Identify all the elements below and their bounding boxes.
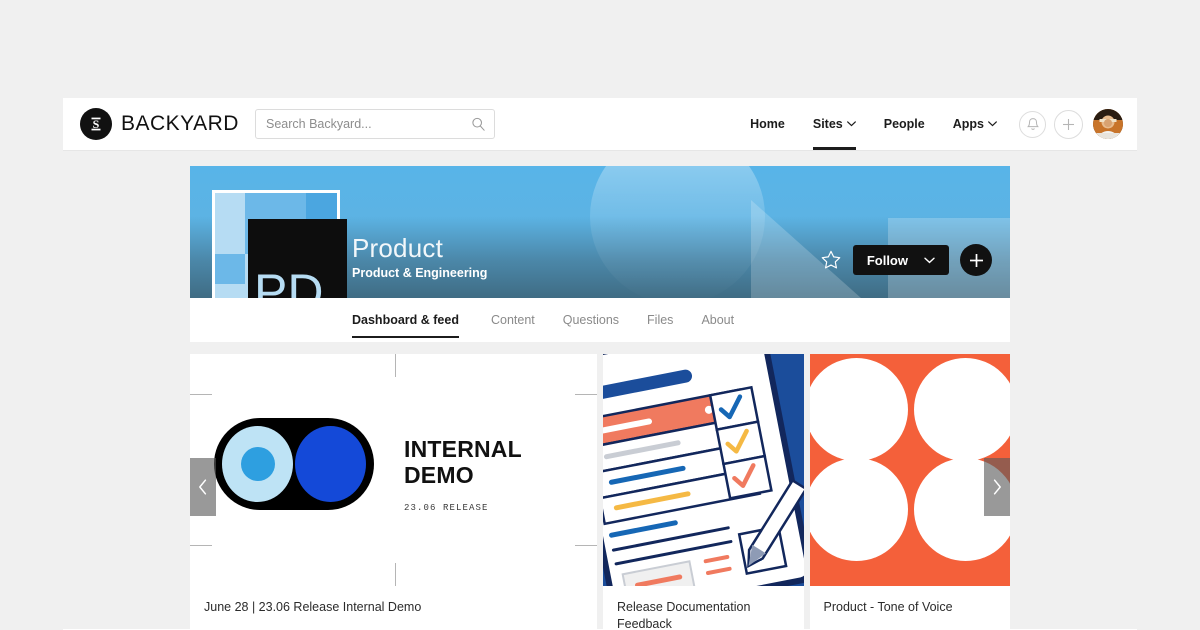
demo-subtitle: 23.06 RELEASE [404, 502, 489, 513]
site-title: Product [352, 233, 444, 264]
demo-text-block: INTERNAL DEMO 23.06 RELEASE [404, 436, 597, 513]
carousel-prev-button[interactable] [190, 458, 216, 516]
tone-circle [809, 458, 908, 561]
content-container: PD Product Product & Engineering Follow [190, 166, 1011, 630]
chevron-down-icon [988, 121, 997, 127]
card-internal-demo[interactable]: INTERNAL DEMO 23.06 RELEASE June 28 | 23… [190, 354, 597, 630]
page-body: PD Product Product & Engineering Follow [63, 151, 1137, 630]
site-subtitle: Product & Engineering [352, 266, 488, 280]
banner-dome-shape [590, 166, 765, 298]
tone-circle [809, 358, 908, 461]
crop-mark [190, 545, 212, 546]
site-logo-tile: PD [248, 219, 347, 298]
nav-item-apps[interactable]: Apps [939, 98, 1011, 150]
internal-demo-graphic: INTERNAL DEMO 23.06 RELEASE [190, 354, 597, 586]
crop-mark [574, 545, 597, 546]
svg-text:S: S [93, 117, 100, 131]
tab-label: Questions [562, 313, 620, 327]
site-meta: Product Product & Engineering [352, 233, 488, 280]
app-window: S BACKYARD Home Sites Peop [63, 98, 1137, 630]
tab-label: About [701, 313, 735, 327]
card-caption: Product - Tone of Voice [823, 600, 953, 614]
chevron-right-icon [993, 479, 1001, 495]
search-box[interactable] [254, 109, 495, 139]
notifications-button[interactable] [1019, 110, 1046, 138]
site-logo: PD [212, 190, 347, 298]
site-actions: Follow [820, 244, 992, 276]
user-avatar[interactable] [1093, 109, 1123, 139]
main-navigation: Home Sites People Apps [736, 98, 1137, 150]
bell-icon [1026, 117, 1039, 130]
site-tabs: Dashboard & feed Content Questions Files… [190, 298, 1010, 342]
tone-of-voice-graphic [809, 354, 1011, 586]
card-media [602, 354, 804, 586]
chevron-down-icon [924, 257, 935, 263]
nav-label: Sites [812, 117, 843, 131]
plus-icon [969, 253, 983, 267]
tab-label: Dashboard & feed [352, 313, 459, 327]
tone-circle [913, 358, 1011, 461]
demo-title: INTERNAL DEMO [404, 436, 522, 489]
card-caption: Release Documentation Feedback [616, 600, 751, 630]
nav-item-sites[interactable]: Sites [799, 98, 870, 150]
card-product-tone-of-voice[interactable]: Product - Tone of Voice [809, 354, 1011, 630]
tab-label: Content [490, 313, 535, 327]
avatar-image [1093, 109, 1123, 139]
card-media: INTERNAL DEMO 23.06 RELEASE [190, 354, 597, 586]
crop-mark [190, 394, 212, 395]
tab-files[interactable]: Files [633, 298, 687, 342]
top-navigation-bar: S BACKYARD Home Sites Peop [63, 98, 1137, 151]
nav-label: Home [750, 117, 785, 131]
card-caption: June 28 | 23.06 Release Internal Demo [204, 600, 422, 614]
card-release-documentation-feedback[interactable]: Release Documentation Feedback [602, 354, 804, 630]
site-header-card: PD Product Product & Engineering Follow [190, 166, 1010, 342]
nav-label: People [883, 117, 925, 131]
featured-carousel: INTERNAL DEMO 23.06 RELEASE June 28 | 23… [190, 354, 1011, 630]
site-banner: PD Product Product & Engineering Follow [190, 166, 1010, 298]
search-input[interactable] [254, 109, 495, 139]
tab-about[interactable]: About [687, 298, 748, 342]
chevron-down-icon [846, 121, 856, 127]
pill-circle-blue [295, 426, 366, 502]
pill-circle-light [222, 426, 293, 502]
brand-name: BACKYARD [121, 112, 239, 135]
follow-label: Follow [866, 252, 908, 268]
demo-pill-shape [214, 418, 374, 510]
crop-mark [574, 394, 597, 395]
brand-logo[interactable]: S BACKYARD [80, 108, 239, 140]
crop-mark [395, 354, 396, 377]
tab-content[interactable]: Content [477, 298, 549, 342]
nav-item-home[interactable]: Home [736, 98, 799, 150]
tab-label: Files [647, 313, 674, 327]
create-button[interactable] [1054, 109, 1083, 139]
nav-item-people[interactable]: People [870, 98, 939, 150]
star-outline-icon[interactable] [820, 249, 842, 271]
crop-mark [395, 563, 396, 586]
plus-icon [1063, 118, 1074, 130]
pill-circle-inner [240, 447, 275, 481]
site-logo-text: PD [254, 263, 324, 298]
chevron-left-icon [199, 479, 207, 495]
s-logo-icon: S [80, 108, 112, 140]
tab-dashboard-and-feed[interactable]: Dashboard & feed [352, 298, 477, 342]
tab-questions[interactable]: Questions [549, 298, 633, 342]
nav-label: Apps [952, 117, 984, 131]
checklist-tablet-illustration [602, 354, 804, 586]
follow-button[interactable]: Follow [852, 245, 949, 275]
carousel-next-button[interactable] [984, 458, 1010, 516]
site-add-button[interactable] [960, 244, 992, 276]
card-media [809, 354, 1011, 586]
